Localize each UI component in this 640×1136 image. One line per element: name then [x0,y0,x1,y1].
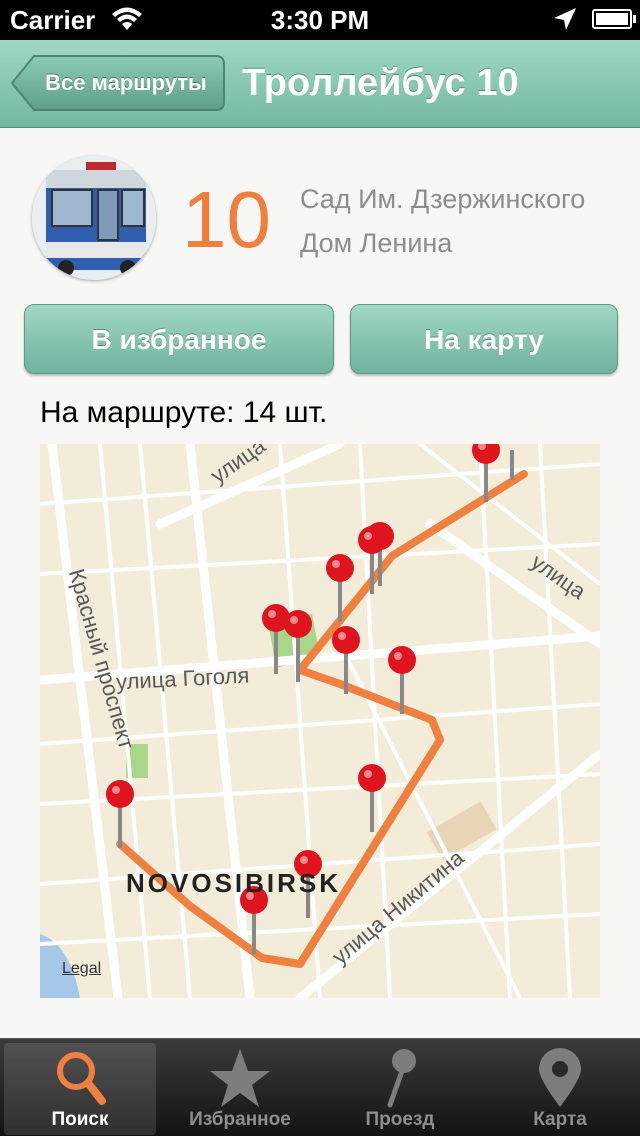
route-start-stop: Сад Им. Дзержинского [300,184,586,214]
status-bar: Carrier 3:30 PM [0,0,640,40]
tab-fare[interactable]: Проезд [324,1043,476,1135]
tab-bar: Поиск Избранное Проезд Карта [0,1038,640,1136]
tab-search[interactable]: Поиск [4,1043,156,1135]
tab-map-label: Карта [533,1109,587,1130]
tab-map[interactable]: Карта [484,1043,636,1135]
route-map[interactable]: улица Гоголя Красный проспект улица улиц… [40,444,600,998]
pin-icon [387,1049,416,1108]
navigation-bar: Все маршруты Троллейбус 10 [0,40,640,128]
star-icon [210,1049,270,1107]
battery-icon [592,9,632,29]
show-on-map-button[interactable]: На карту [350,304,618,374]
route-number: 10 [182,175,271,264]
tab-favorites-label: Избранное [189,1109,291,1130]
clock: 3:30 PM [270,5,370,35]
back-button[interactable]: Все маршруты [10,54,226,112]
back-button-label: Все маршруты [45,70,207,95]
add-to-favorites-button[interactable]: В избранное [24,304,334,374]
vehicles-on-route-count: На маршруте: 14 шт. [40,396,328,429]
location-arrow-icon [552,6,578,37]
battery-tip [633,15,636,23]
legal-link[interactable]: Legal [62,960,101,978]
tab-search-label: Поиск [51,1109,109,1130]
route-end-stop: Дом Ленина [300,228,453,258]
map-pin-icon [539,1048,581,1107]
trolleybus-photo [32,156,156,280]
tab-favorites[interactable]: Избранное [164,1043,316,1135]
vehicle-pin[interactable] [106,780,134,848]
tab-fare-label: Проезд [365,1109,435,1130]
page-title: Троллейбус 10 [242,62,519,104]
city-label: NOVOSIBIRSK [126,868,342,898]
search-icon [57,1052,106,1105]
